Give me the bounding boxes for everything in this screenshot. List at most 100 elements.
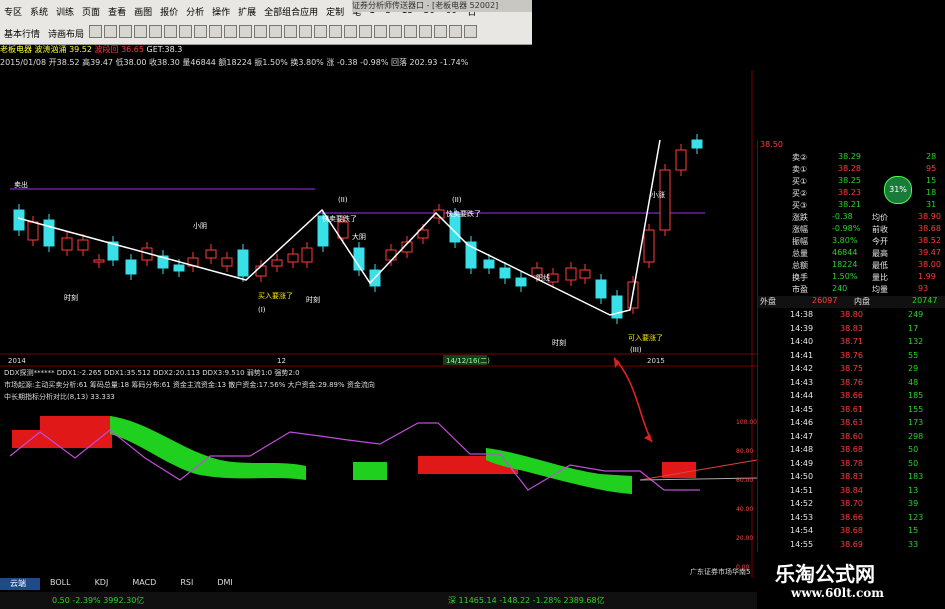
tick-time: 14:42 [790,364,814,373]
toolbar-icon[interactable] [329,25,343,38]
menu-item[interactable]: 专区 [0,5,26,18]
indicator-title: DDX探测****** DDX1:-2.265 DDX1:35.512 DDX2… [4,368,300,377]
toolbar-icon[interactable] [239,25,253,38]
tick-row: 14:51 38.84 13 [758,486,945,498]
ob-top: 38.50 [758,140,945,152]
toolbar-icon[interactable] [419,25,433,38]
menu-item[interactable]: 分析 [182,5,208,18]
menu-item[interactable]: 画图 [130,5,156,18]
order-row: 卖② 38.29 28 [758,152,945,164]
tick-price: 38.75 [840,364,863,373]
anno-yang: 阳线 [536,273,550,282]
tick-volume: 183 [908,472,924,481]
order-qty: 15 [926,176,937,185]
candle-body [565,267,577,281]
toolbar-icon[interactable] [134,25,148,38]
anno-big-yin: 大阴 [352,232,366,241]
menu-item[interactable]: 训练 [52,5,78,18]
stat-label-2: 最高 [872,249,888,258]
toolbar-icon[interactable] [209,25,223,38]
toolbar-icon[interactable] [284,25,298,38]
toolbar-icon[interactable] [89,25,103,38]
stat-row: 市盈 240 均量 93 [758,284,945,296]
indicator-y-label: 40.00 [736,506,753,513]
menu-item[interactable]: 查看 [104,5,130,18]
toolbar-icon[interactable] [359,25,373,38]
toolbar-icon[interactable] [149,25,163,38]
mark-ii-b: (II) [452,196,462,204]
order-price: 38.21 [838,200,861,209]
toolbar-icon[interactable] [449,25,463,38]
toolbar-icon[interactable] [119,25,133,38]
stat-value-2: 38.68 [918,224,941,233]
tick-time: 14:38 [790,310,814,319]
toolbar-icon[interactable] [269,25,283,38]
toolbar-icon[interactable] [314,25,328,38]
stat-value-2: 38.90 [918,212,941,221]
toolbar-icon[interactable] [434,25,448,38]
order-qty: 18 [926,188,937,197]
toolbar-icon[interactable] [224,25,238,38]
toolbar-icon[interactable] [404,25,418,38]
tick-volume: 249 [908,310,924,319]
tab-kdj[interactable]: KDJ [85,578,123,590]
toolbar-icon[interactable] [464,25,478,38]
anno-quick-sell-1: 快卖要跌了 [322,214,357,223]
menu-item[interactable]: 全部组合应用 [260,5,322,18]
stock-info-line: 老板电器 波涛汹涌 39.52 波段回 36.65 GET:38.3 [0,44,182,56]
stat-label: 换手 [792,273,808,282]
band-green-2 [353,462,387,480]
watermark-url: www.60lt.com [791,586,884,600]
tab-dmi[interactable]: DMI [207,578,246,590]
stat-value: 1.50% [832,272,858,281]
stat-value-2: 38.52 [918,236,941,245]
tick-volume: 173 [908,418,924,427]
menu-item[interactable]: 扩展 [234,5,260,18]
tick-row: 14:49 38.78 50 [758,459,945,471]
toolbar-icon[interactable] [179,25,193,38]
candle-body [691,139,703,149]
toolbar-icon[interactable] [344,25,358,38]
toolbar-icon[interactable] [164,25,178,38]
layout-button[interactable]: 诗画布局 [44,27,88,40]
menu-item[interactable]: 定制 [322,5,348,18]
tick-volume: 50 [908,458,919,468]
toolbar-icon[interactable] [194,25,208,38]
tab-rsi[interactable]: RSI [170,578,207,590]
candle-body [93,259,105,263]
menu-item[interactable]: 页面 [78,5,104,18]
order-price: 38.23 [838,188,861,197]
tick-time: 14:45 [790,404,814,414]
stat-row: 总额 18224 最低 38.00 [758,260,945,272]
tool-bar: 基本行情 诗画布局 [0,22,478,44]
status-left: 0.50 -2.39% 3992.30亿 [52,596,145,605]
stock-info-2: 波段回 36.65 [94,45,144,54]
menu-item[interactable]: 系统 [26,5,52,18]
status-bar: 0.50 -2.39% 3992.30亿 深 11465.14 -148.22 … [0,592,757,609]
order-row: 卖① 38.28 95 [758,164,945,176]
toolbar-icon[interactable] [299,25,313,38]
order-label: 买③ [792,201,808,210]
indicator-tabs: 云端 BOLL KDJ MACD RSI DMI [0,578,247,590]
tick-volume: 123 [908,512,924,522]
stock-name: 老板电器 [0,45,32,54]
stat-label-2: 今开 [872,237,888,246]
window-title: 证券分析师传送器口 - [老板电器 52002] [352,0,532,12]
tab-boll[interactable]: BOLL [40,578,85,590]
stock-info-3: GET:38.3 [146,45,183,54]
tick-row: 14:44 38.66 185 [758,391,945,403]
menu-item[interactable]: 操作 [208,5,234,18]
toolbar-icon[interactable] [374,25,388,38]
stat-value: 240 [832,284,848,293]
tab-macd[interactable]: MACD [122,578,170,590]
basic-quote-button[interactable]: 基本行情 [0,27,44,40]
toolbar-icon[interactable] [104,25,118,38]
tick-price: 38.66 [840,512,863,522]
chart-area[interactable]: 卖出 小阴 大阴 快卖要跌了 快卖要跌了 阳线 小涨 买入要涨了 可入要涨了 时… [0,70,757,578]
stat-label-2: 均价 [872,213,888,222]
toolbar-icon[interactable] [389,25,403,38]
tab-cloud[interactable]: 云端 [0,578,40,590]
anno-sell: 卖出 [14,180,28,189]
toolbar-icon[interactable] [254,25,268,38]
menu-item[interactable]: 报价 [156,5,182,18]
